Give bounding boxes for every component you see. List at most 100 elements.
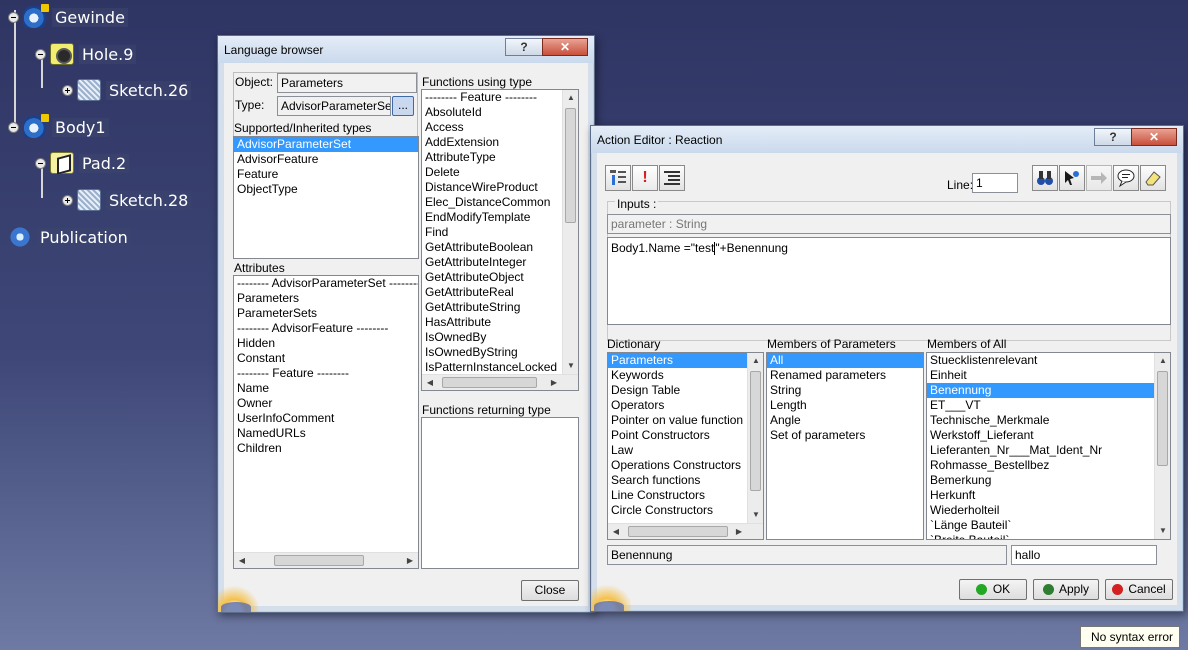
- attribute-item[interactable]: NamedURLs: [234, 426, 418, 441]
- members-of-all-list[interactable]: Stuecklistenrelevant Einheit Benennung ET__…: [926, 352, 1171, 540]
- dictionary-item[interactable]: Pointer on value function: [608, 413, 747, 428]
- function-item[interactable]: IsPatternInstanceLocked: [422, 360, 562, 375]
- scroll-down-icon[interactable]: ▼: [748, 507, 763, 523]
- collapse-toggle[interactable]: [35, 48, 46, 60]
- action-editor-titlebar[interactable]: Action Editor : Reaction ? ✕: [591, 126, 1183, 153]
- attribute-item[interactable]: ParameterSets: [234, 306, 418, 321]
- dictionary-item[interactable]: Point Constructors: [608, 428, 747, 443]
- member-all-item[interactable]: ET___VT: [927, 398, 1154, 413]
- object-field[interactable]: Parameters: [277, 73, 417, 93]
- function-item[interactable]: Elec_DistanceCommon: [422, 195, 562, 210]
- dictionary-item[interactable]: Search functions: [608, 473, 747, 488]
- function-item[interactable]: -------- Feature --------: [422, 90, 562, 105]
- select-object-icon[interactable]: [1059, 165, 1085, 191]
- member-parameter-item[interactable]: All: [767, 353, 923, 368]
- tree-node-gewinde[interactable]: Gewinde: [8, 4, 128, 29]
- horizontal-scrollbar[interactable]: ◀ ▶: [422, 374, 578, 390]
- selected-value-field[interactable]: hallo: [1011, 545, 1157, 565]
- supported-types-list[interactable]: AdvisorParameterSet AdvisorFeature Feature…: [233, 136, 419, 259]
- member-all-item[interactable]: `Länge Bauteil`: [927, 518, 1154, 533]
- attribute-item[interactable]: Owner: [234, 396, 418, 411]
- scroll-right-icon[interactable]: ▶: [731, 524, 747, 539]
- scroll-thumb[interactable]: [628, 526, 728, 537]
- function-item[interactable]: Access: [422, 120, 562, 135]
- attribute-item[interactable]: Parameters: [234, 291, 418, 306]
- member-parameter-item[interactable]: Renamed parameters: [767, 368, 923, 383]
- vertical-scrollbar[interactable]: ▲ ▼: [1154, 353, 1170, 539]
- function-item[interactable]: Find: [422, 225, 562, 240]
- vertical-scrollbar[interactable]: ▲ ▼: [562, 90, 578, 374]
- scroll-up-icon[interactable]: ▲: [748, 353, 763, 369]
- attribute-item[interactable]: Children: [234, 441, 418, 456]
- attribute-item[interactable]: Constant: [234, 351, 418, 366]
- function-item[interactable]: GetAttributeBoolean: [422, 240, 562, 255]
- scroll-thumb[interactable]: [274, 555, 364, 566]
- comment-icon[interactable]: [1113, 165, 1139, 191]
- collapse-toggle[interactable]: [8, 121, 19, 133]
- vertical-scrollbar[interactable]: ▲ ▼: [747, 353, 763, 523]
- collapse-toggle[interactable]: [8, 11, 19, 23]
- eraser-icon[interactable]: [1140, 165, 1166, 191]
- function-item[interactable]: AttributeType: [422, 150, 562, 165]
- scroll-thumb[interactable]: [565, 108, 576, 223]
- tree-node-publication[interactable]: Publication: [8, 225, 131, 249]
- indent-icon[interactable]: [659, 165, 685, 191]
- scroll-thumb[interactable]: [442, 377, 537, 388]
- tree-node-pad[interactable]: Pad.2: [35, 151, 130, 175]
- supported-type-item[interactable]: Feature: [234, 167, 418, 182]
- scroll-right-icon[interactable]: ▶: [546, 375, 562, 390]
- code-editor[interactable]: Body1.Name ="test"+Benennung: [607, 237, 1171, 325]
- scroll-right-icon[interactable]: ▶: [402, 553, 418, 568]
- function-item[interactable]: GetAttributeReal: [422, 285, 562, 300]
- attribute-item[interactable]: Name: [234, 381, 418, 396]
- function-item[interactable]: GetAttributeObject: [422, 270, 562, 285]
- type-field[interactable]: AdvisorParameterSet: [277, 96, 391, 116]
- scroll-thumb[interactable]: [750, 371, 761, 491]
- tree-node-hole[interactable]: Hole.9: [35, 42, 137, 66]
- member-all-item[interactable]: Benennung: [927, 383, 1154, 398]
- member-all-item[interactable]: Bemerkung: [927, 473, 1154, 488]
- browse-type-button[interactable]: ...: [392, 96, 414, 116]
- tree-node-sketch26[interactable]: Sketch.26: [62, 78, 192, 102]
- horizontal-scrollbar[interactable]: ◀ ▶: [234, 552, 418, 568]
- cancel-button[interactable]: Cancel: [1105, 579, 1173, 600]
- function-item[interactable]: Delete: [422, 165, 562, 180]
- scroll-thumb[interactable]: [1157, 371, 1168, 466]
- member-parameter-item[interactable]: String: [767, 383, 923, 398]
- member-all-item[interactable]: Herkunft: [927, 488, 1154, 503]
- attribute-item[interactable]: UserInfoComment: [234, 411, 418, 426]
- expand-toggle[interactable]: [62, 194, 73, 206]
- member-all-item[interactable]: Lieferanten_Nr___Mat_Ident_Nr: [927, 443, 1154, 458]
- function-item[interactable]: EndModifyTemplate: [422, 210, 562, 225]
- member-all-item[interactable]: Rohmasse_Bestellbez: [927, 458, 1154, 473]
- binoculars-icon[interactable]: [1032, 165, 1058, 191]
- parameters-explorer-icon[interactable]: [605, 165, 631, 191]
- functions-returning-list[interactable]: [421, 417, 579, 569]
- dictionary-item[interactable]: Keywords: [608, 368, 747, 383]
- member-parameter-item[interactable]: Set of parameters: [767, 428, 923, 443]
- attribute-item[interactable]: -------- AdvisorParameterSet --------: [234, 276, 418, 291]
- scroll-left-icon[interactable]: ◀: [608, 524, 624, 539]
- function-item[interactable]: GetAttributeString: [422, 300, 562, 315]
- function-item[interactable]: IsOwnedBy: [422, 330, 562, 345]
- scroll-up-icon[interactable]: ▲: [1155, 353, 1170, 369]
- tree-node-sketch28[interactable]: Sketch.28: [62, 188, 192, 212]
- line-number-field[interactable]: 1: [972, 173, 1018, 193]
- scroll-left-icon[interactable]: ◀: [234, 553, 250, 568]
- function-item[interactable]: AbsoluteId: [422, 105, 562, 120]
- insert-arrow-icon[interactable]: [1086, 165, 1112, 191]
- member-all-item[interactable]: Werkstoff_Lieferant: [927, 428, 1154, 443]
- close-button[interactable]: Close: [521, 580, 579, 601]
- member-all-item[interactable]: Einheit: [927, 368, 1154, 383]
- scroll-up-icon[interactable]: ▲: [563, 90, 578, 106]
- member-parameter-item[interactable]: Length: [767, 398, 923, 413]
- language-browser-titlebar[interactable]: Language browser ? ✕: [218, 36, 594, 63]
- dictionary-item[interactable]: Circle Constructors: [608, 503, 747, 518]
- members-of-parameters-list[interactable]: All Renamed parameters String Length Angle Se…: [766, 352, 924, 540]
- attribute-item[interactable]: -------- Feature --------: [234, 366, 418, 381]
- scroll-down-icon[interactable]: ▼: [563, 358, 578, 374]
- error-check-icon[interactable]: !: [632, 165, 658, 191]
- function-item[interactable]: GetAttributeInteger: [422, 255, 562, 270]
- member-all-item[interactable]: Stuecklistenrelevant: [927, 353, 1154, 368]
- function-item[interactable]: DistanceWireProduct: [422, 180, 562, 195]
